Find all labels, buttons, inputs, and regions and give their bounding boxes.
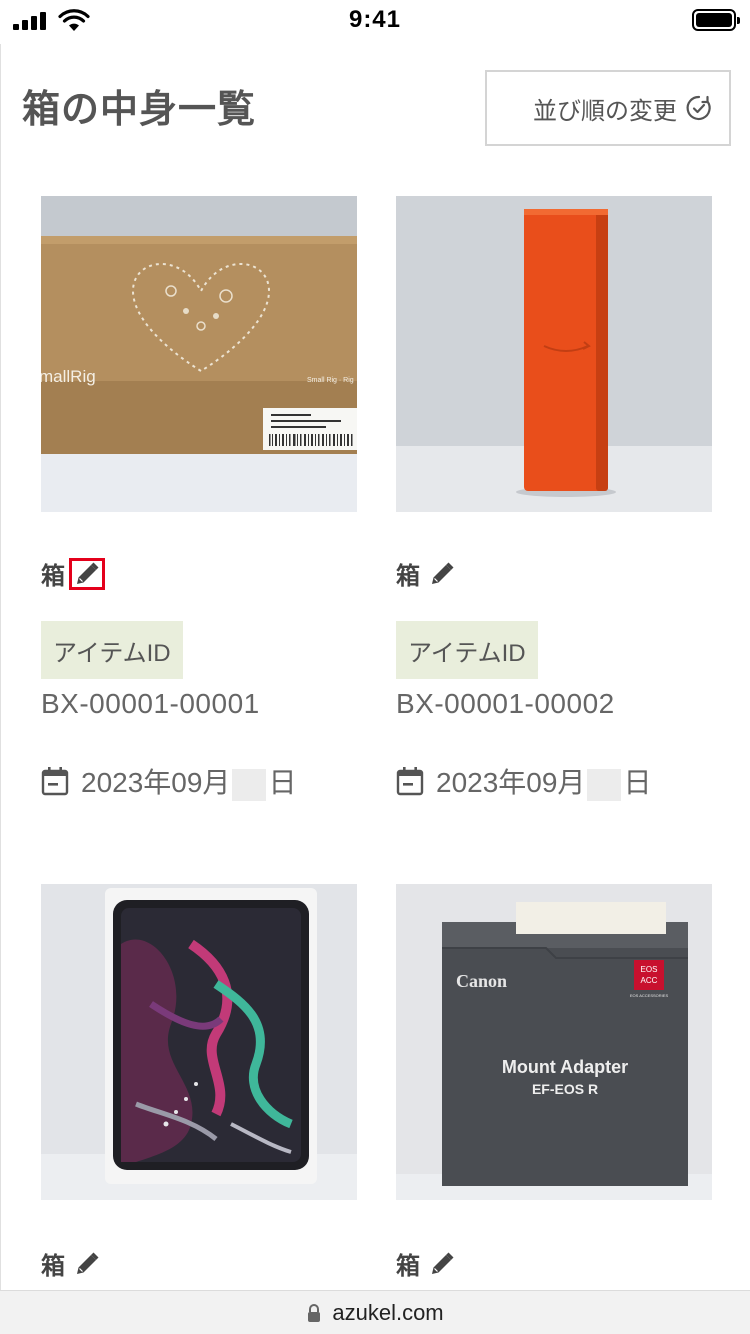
status-bar: 9:41 <box>0 0 750 44</box>
battery-icon <box>692 9 740 31</box>
box-label-row: 箱 <box>396 1246 460 1281</box>
item-card[interactable]: Canon EOS ACC EOS ACCESSORIES Mount Adap… <box>396 884 712 1280</box>
eos-badge-line1: EOS <box>641 965 658 974</box>
mount-adapter-box-photo[interactable]: Canon EOS ACC EOS ACCESSORIES Mount Adap… <box>396 884 712 1200</box>
url-text: azukel.com <box>332 1299 444 1325</box>
pencil-icon[interactable] <box>424 558 460 590</box>
eos-badge-line2: ACC <box>641 976 658 985</box>
canon-logo-text: Canon <box>456 971 507 991</box>
page-title: 箱の中身一覧 <box>22 87 257 131</box>
item-date: 2023年09月 日 <box>41 761 296 801</box>
date-text: 2023年09月 <box>436 767 586 798</box>
status-time: 9:41 <box>348 6 402 33</box>
page-edge <box>0 44 1 1290</box>
box-label: 箱 <box>396 1252 420 1280</box>
item-id-value: BX-00001-00002 <box>396 688 615 719</box>
clock-icon <box>686 95 711 121</box>
item-id-badge: アイテムID <box>41 621 183 679</box>
pencil-icon[interactable] <box>69 1248 105 1280</box>
pencil-icon[interactable] <box>69 557 105 590</box>
date-suffix: 日 <box>268 767 297 798</box>
redacted-day <box>587 768 622 801</box>
box-label: 箱 <box>41 562 65 590</box>
box-brand-small-text: Small Rig · Rig <box>307 377 354 384</box>
box-label: 箱 <box>396 562 420 590</box>
date-suffix: 日 <box>623 767 652 798</box>
item-card[interactable]: mallRig Small Rig · Rig 箱 アイテムID BX-0000… <box>41 196 357 801</box>
sort-order-label: 並び順の変更 <box>533 96 677 125</box>
calendar-icon <box>41 767 69 796</box>
lock-icon <box>308 1303 321 1322</box>
tablet-box-photo[interactable] <box>41 884 357 1200</box>
item-id-badge: アイテムID <box>396 621 538 679</box>
box-label-row: 箱 <box>41 556 105 591</box>
sort-order-button[interactable]: 並び順の変更 <box>485 70 731 146</box>
product-name-text: Mount Adapter <box>502 1057 628 1077</box>
item-date: 2023年09月 日 <box>396 761 651 801</box>
box-label-row: 箱 <box>41 1246 105 1281</box>
redacted-day <box>232 768 267 801</box>
cardboard-box-photo[interactable]: mallRig Small Rig · Rig <box>41 196 357 512</box>
product-model-text: EF-EOS R <box>532 1081 598 1097</box>
item-id-value: BX-00001-00001 <box>41 688 260 719</box>
date-text: 2023年09月 <box>81 767 231 798</box>
item-card[interactable]: 箱 アイテムID BX-00001-00002 2023年09月 日 <box>396 196 712 801</box>
orange-box-photo[interactable] <box>396 196 712 512</box>
pencil-icon[interactable] <box>424 1248 460 1280</box>
box-label: 箱 <box>41 1252 65 1280</box>
item-card[interactable]: 箱 <box>41 884 357 1280</box>
box-label-row: 箱 <box>396 556 460 591</box>
calendar-icon <box>396 767 424 796</box>
box-brand-text: mallRig <box>41 367 96 386</box>
browser-url-bar[interactable]: azukel.com <box>0 1290 750 1334</box>
eos-accessories-caption: EOS ACCESSORIES <box>630 993 669 998</box>
